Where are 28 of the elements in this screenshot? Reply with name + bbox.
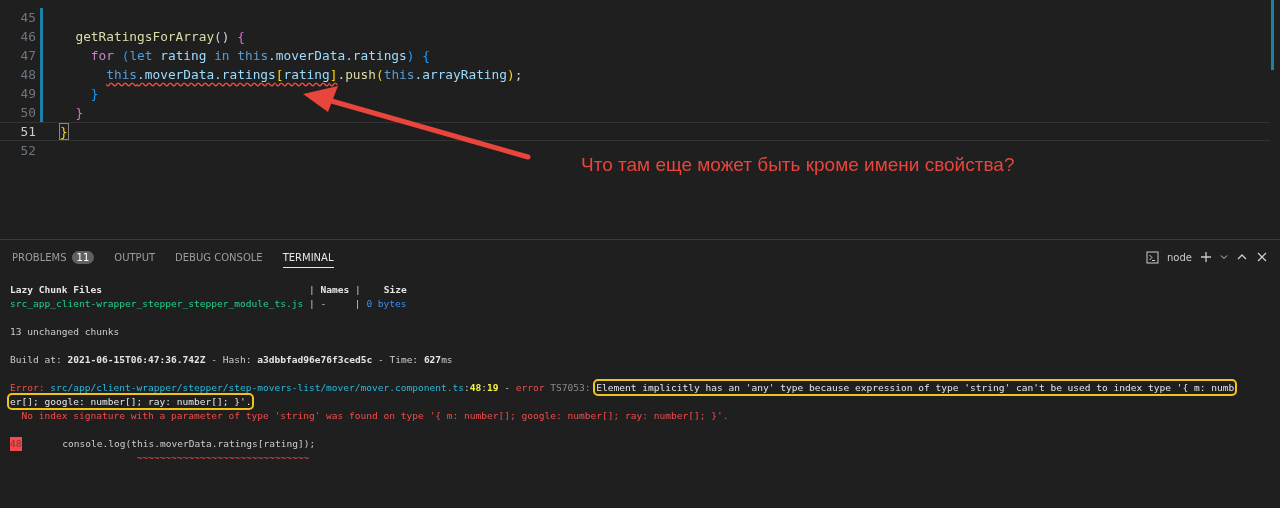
code-line: 52 <box>19 142 37 160</box>
code-line: 47 for (let rating in this.moverData.ratings) { <box>19 46 431 65</box>
count-badge: 11 <box>71 251 95 264</box>
terminal-line: Lazy Chunk Files | Names | Size <box>10 283 408 297</box>
terminal-name[interactable]: node <box>1167 251 1192 263</box>
code-line: 49 } <box>19 84 100 103</box>
plus-icon[interactable] <box>1200 251 1212 263</box>
panel-tab[interactable]: DEBUG CONSOLE <box>175 246 263 268</box>
code-line: 50 } <box>19 103 85 122</box>
terminal-line: src_app_client-wrapper_stepper_stepper_module_ts.js | - | 0 bytes <box>10 297 408 311</box>
terminal-line: 48 console.log(this.moverData.ratings[rating]); <box>10 437 317 451</box>
chevron-down-icon[interactable] <box>1220 253 1228 261</box>
terminal-line: 13 unchanged chunks <box>10 325 121 339</box>
terminal-line: ~~~~~~~~~~~~~~~~~~~~~~~~~~~~~~ <box>135 451 310 465</box>
terminal-line: Error: src/app/client-wrapper/stepper/step-movers-list/mover/mover.component.ts:48:19 - error TS7053: Element implicitly has an 'any' type because expression of type 'string' can't be used to index type '{ m: numb <box>10 381 1270 395</box>
code-line: 46 getRatingsForArray() { <box>19 27 246 46</box>
panel-tab[interactable]: TERMINAL <box>282 246 334 268</box>
terminal-icon[interactable] <box>1146 250 1160 264</box>
terminal-line: No index signature with a parameter of type 'string' was found on type '{ m: number[]; google: number[]; ray: number[]; }'. <box>20 409 730 423</box>
annotation-text: Что там еще может быть кроме имени свойства? <box>581 154 1015 176</box>
code-line: 45 <box>0 8 1270 27</box>
panel-tab[interactable]: PROBLEMS 11 <box>12 245 95 269</box>
code-line: 48 this.moverData.ratings[rating].push(this.arrayRating); <box>19 65 524 84</box>
terminal-line: er[]; google: number[]; ray: number[]; }'. <box>10 395 1270 409</box>
code-line: 51 } <box>0 122 1270 141</box>
terminal-line: Build at: 2021-06-15T06:47:36.742Z - Hash: a3dbbfad96e76f3ced5c - Time: 627ms <box>10 353 454 367</box>
close-icon[interactable] <box>1256 251 1268 263</box>
panel-tab[interactable]: OUTPUT <box>114 246 156 268</box>
